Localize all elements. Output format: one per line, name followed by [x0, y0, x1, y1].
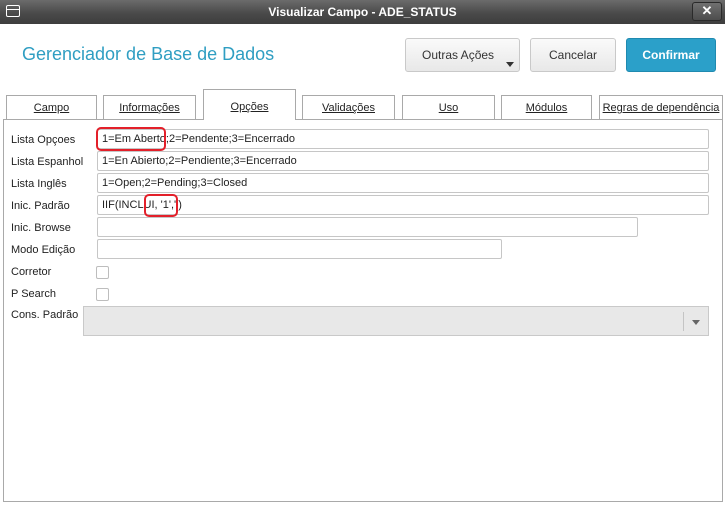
- tab-validacoes[interactable]: Validações: [302, 95, 395, 121]
- p-search-checkbox[interactable]: [96, 288, 109, 301]
- confirm-button[interactable]: Confirmar: [626, 38, 716, 72]
- modo-edicao-field[interactable]: [97, 239, 502, 259]
- page-header: Gerenciador de Base de Dados Outras Açõe…: [0, 24, 725, 89]
- modo-edicao-label: Modo Edição: [11, 244, 76, 256]
- inic-padrao-label: Inic. Padrão: [11, 200, 70, 212]
- outras-acoes-button[interactable]: Outras Ações: [405, 38, 520, 72]
- cons-padrao-label: Cons. Padrão: [11, 309, 79, 321]
- lista-ingles-label: Lista Inglês: [11, 178, 67, 190]
- tab-campo[interactable]: Campo: [6, 95, 97, 121]
- cancel-button[interactable]: Cancelar: [530, 38, 616, 72]
- lista-opcoes-label: Lista Opçoes: [11, 134, 76, 146]
- tab-modulos[interactable]: Módulos: [501, 95, 592, 121]
- close-button[interactable]: ✕: [692, 2, 722, 21]
- lista-espanhol-field[interactable]: 1=En Abierto;2=Pendiente;3=Encerrado: [97, 151, 709, 171]
- window-titlebar: Visualizar Campo - ADE_STATUS ✕: [0, 0, 725, 24]
- lista-espanhol-label: Lista Espanhol: [11, 156, 84, 168]
- outras-acoes-label: Outras Ações: [422, 48, 495, 62]
- inic-browse-label: Inic. Browse: [11, 222, 71, 234]
- select-divider: [683, 312, 684, 331]
- corretor-checkbox[interactable]: [96, 266, 109, 279]
- options-panel: Lista Opçoes 1=Em Aberto;2=Pendente;3=En…: [3, 119, 723, 502]
- tab-bar: Campo Informações Opções Validações Uso …: [0, 89, 725, 121]
- window-title: Visualizar Campo - ADE_STATUS: [268, 5, 457, 19]
- tab-informacoes[interactable]: Informações: [103, 95, 196, 121]
- window-icon: [6, 5, 20, 17]
- chevron-down-icon: [692, 320, 700, 325]
- cons-padrao-select[interactable]: [83, 306, 709, 336]
- lista-ingles-field[interactable]: 1=Open;2=Pending;3=Closed: [97, 173, 709, 193]
- tab-regras-dependencia[interactable]: Regras de dependência: [599, 95, 723, 121]
- inic-padrao-field[interactable]: IIF(INCLUI, '1',''): [97, 195, 709, 215]
- lista-opcoes-field[interactable]: 1=Em Aberto;2=Pendente;3=Encerrado: [97, 129, 709, 149]
- inic-browse-field[interactable]: [97, 217, 638, 237]
- p-search-label: P Search: [11, 288, 57, 300]
- corretor-label: Corretor: [11, 266, 52, 278]
- page-title: Gerenciador de Base de Dados: [22, 44, 275, 64]
- tab-opcoes[interactable]: Opções: [203, 89, 296, 120]
- tab-uso[interactable]: Uso: [402, 95, 495, 121]
- chevron-down-icon: [506, 62, 514, 67]
